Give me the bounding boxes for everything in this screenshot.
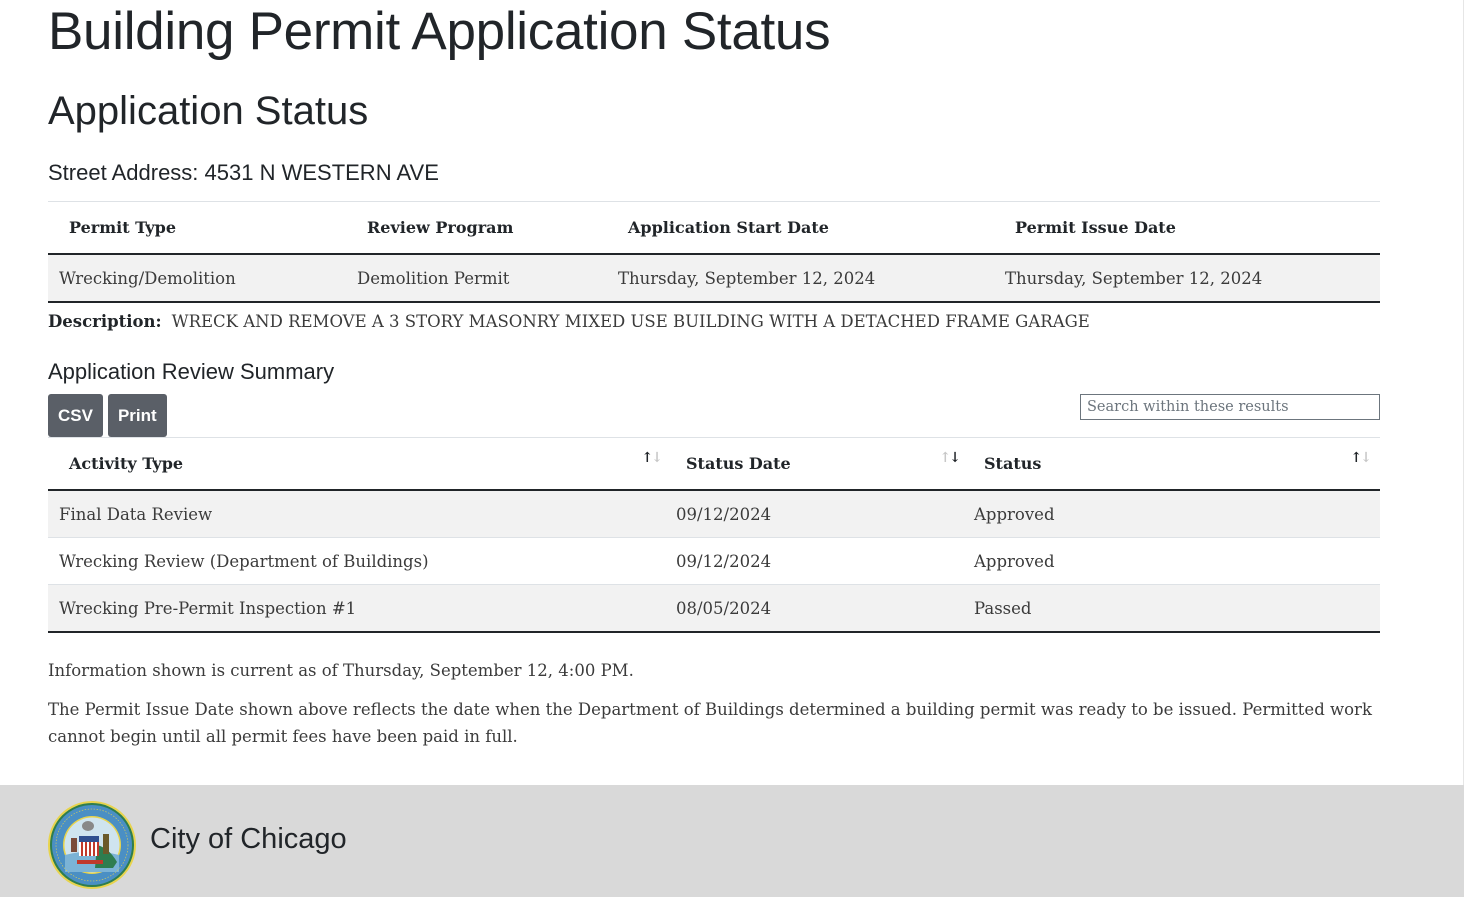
permit-issue-date-cell: Thursday, September 12, 2024 xyxy=(994,254,1380,303)
permit-type-cell: Wrecking/Demolition xyxy=(48,254,346,303)
status-cell: Passed xyxy=(963,584,1380,633)
review-summary-title: Application Review Summary xyxy=(48,359,335,384)
sort-up-arrow-icon: ↑ xyxy=(641,450,654,466)
city-of-chicago-seal-icon[interactable] xyxy=(47,800,137,890)
status-date-cell: 08/05/2024 xyxy=(665,584,963,633)
street-address: Street Address: 4531 N WESTERN AVE xyxy=(48,160,439,185)
status-cell: Approved xyxy=(963,537,1380,585)
header-activity-type-label: Activity Type xyxy=(69,454,184,473)
sort-up-arrow-icon: ↑ xyxy=(939,450,952,466)
sort-icon[interactable]: ↑↓ xyxy=(939,450,961,466)
export-button-group: CSV Print xyxy=(48,394,167,437)
review-summary-table: Activity Type ↑↓ Status Date ↑↓ Status ↑… xyxy=(48,437,1380,633)
header-status-label: Status xyxy=(984,454,1042,473)
description-value: WRECK AND REMOVE A 3 STORY MASONRY MIXED… xyxy=(171,312,1090,331)
print-button[interactable]: Print xyxy=(107,394,167,437)
permit-info-table: Permit Type Review Program Application S… xyxy=(48,201,1380,303)
header-status-date-label: Status Date xyxy=(686,454,791,473)
current-as-of-note: Information shown is current as of Thurs… xyxy=(48,661,634,680)
review-header-row: Activity Type ↑↓ Status Date ↑↓ Status ↑… xyxy=(48,437,1380,491)
review-program-cell: Demolition Permit xyxy=(346,254,607,303)
sort-down-arrow-icon: ↓ xyxy=(949,450,961,466)
table-row: Wrecking Pre-Permit Inspection #1 08/05/… xyxy=(48,584,1380,633)
activity-type-cell: Wrecking Pre-Permit Inspection #1 xyxy=(48,584,665,633)
table-row: Wrecking Review (Department of Buildings… xyxy=(48,537,1380,585)
section-title: Application Status xyxy=(48,89,369,133)
description: Description: WRECK AND REMOVE A 3 STORY M… xyxy=(48,312,1090,331)
status-date-cell: 09/12/2024 xyxy=(665,537,963,585)
sort-down-arrow-icon: ↓ xyxy=(1360,450,1372,466)
header-activity-type[interactable]: Activity Type ↑↓ xyxy=(48,437,665,491)
activity-type-cell: Wrecking Review (Department of Buildings… xyxy=(48,537,665,585)
header-permit-issue-date: Permit Issue Date xyxy=(994,201,1380,255)
header-status-date[interactable]: Status Date ↑↓ xyxy=(665,437,963,491)
search-results-input[interactable] xyxy=(1080,394,1380,420)
sort-down-arrow-icon: ↓ xyxy=(651,450,663,466)
footer-city-name: City of Chicago xyxy=(150,823,347,855)
permit-issue-disclaimer: The Permit Issue Date shown above reflec… xyxy=(48,700,1372,746)
status-date-cell: 09/12/2024 xyxy=(665,490,963,538)
table-row: Final Data Review 09/12/2024 Approved xyxy=(48,490,1380,538)
csv-button[interactable]: CSV xyxy=(48,394,103,437)
sort-up-arrow-icon: ↑ xyxy=(1350,450,1363,466)
application-start-date-cell: Thursday, September 12, 2024 xyxy=(607,254,994,303)
status-cell: Approved xyxy=(963,490,1380,538)
permit-header-row: Permit Type Review Program Application S… xyxy=(48,201,1380,255)
permit-row: Wrecking/Demolition Demolition Permit Th… xyxy=(48,254,1380,303)
description-label: Description: xyxy=(48,312,162,331)
header-status[interactable]: Status ↑↓ xyxy=(963,437,1380,491)
site-footer: City of Chicago xyxy=(0,785,1464,897)
header-review-program: Review Program xyxy=(346,201,607,255)
header-permit-type: Permit Type xyxy=(48,201,346,255)
header-application-start-date: Application Start Date xyxy=(607,201,994,255)
sort-icon[interactable]: ↑↓ xyxy=(641,450,663,466)
page-title: Building Permit Application Status xyxy=(48,2,831,61)
activity-type-cell: Final Data Review xyxy=(48,490,665,538)
sort-icon[interactable]: ↑↓ xyxy=(1350,450,1372,466)
